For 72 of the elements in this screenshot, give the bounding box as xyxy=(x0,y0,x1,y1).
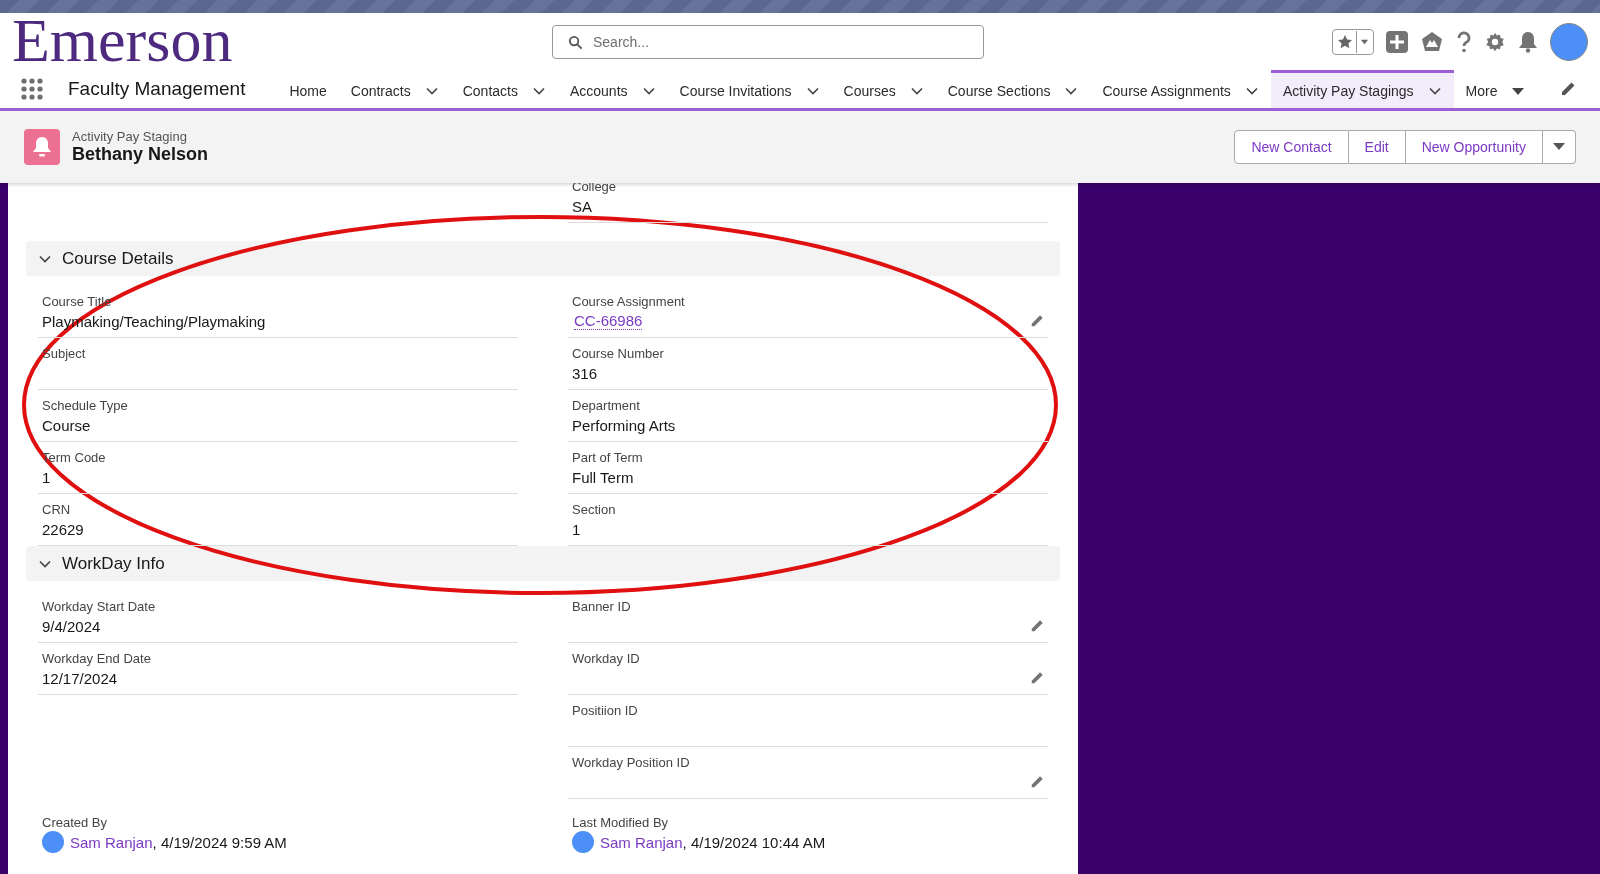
field-value: 22629 xyxy=(42,520,84,538)
field-value: 1 xyxy=(572,520,581,538)
nav-tab[interactable]: Contacts xyxy=(450,70,558,108)
field-label: Positiion ID xyxy=(572,703,639,718)
pencil-icon[interactable] xyxy=(1030,671,1044,685)
user-avatar xyxy=(572,831,594,853)
app-launcher-icon[interactable] xyxy=(20,77,44,101)
field-value: Course xyxy=(42,416,91,434)
record-link[interactable]: CC-66986 xyxy=(574,312,643,330)
field-value: 1 xyxy=(42,468,51,486)
field-label: Course Number xyxy=(572,346,665,361)
field-label: Part of Term xyxy=(572,450,644,465)
favorites-button[interactable] xyxy=(1332,28,1374,55)
bell-icon[interactable] xyxy=(1518,30,1538,53)
nav-tab[interactable]: Course Sections xyxy=(935,70,1091,108)
field-label: Schedule Type xyxy=(42,398,129,413)
field-label: Banner ID xyxy=(572,599,632,614)
field-label: Created By xyxy=(42,815,109,830)
plus-icon[interactable] xyxy=(1386,30,1408,53)
field-value: 12/17/2024 xyxy=(42,669,118,687)
caret-icon xyxy=(1360,37,1369,46)
nav-tab[interactable]: Activity Pay Stagings xyxy=(1270,70,1454,108)
mountain-icon[interactable] xyxy=(1420,29,1444,54)
pencil-icon[interactable] xyxy=(1030,775,1044,789)
field-label: Workday End Date xyxy=(42,651,152,666)
field-label: Workday Start Date xyxy=(42,599,157,614)
nav-tab[interactable]: Course Invitations xyxy=(667,70,832,108)
nav-tab[interactable]: Courses xyxy=(831,70,936,108)
field-label: Last Modified By xyxy=(572,815,670,830)
nav-tab[interactable]: Contracts xyxy=(338,70,451,108)
field-value: Performing Arts xyxy=(572,416,676,434)
nav-tab[interactable]: Course Assignments xyxy=(1090,70,1271,108)
user-avatar[interactable] xyxy=(1550,22,1588,61)
field-label: Section xyxy=(572,502,617,517)
action-button[interactable]: New Contact xyxy=(1234,130,1349,164)
field-label: CRN xyxy=(42,502,72,517)
field-label: Department xyxy=(572,398,641,413)
field-label: Workday Position ID xyxy=(572,755,691,770)
pencil-icon[interactable] xyxy=(1559,81,1576,97)
caret-icon xyxy=(1553,140,1565,152)
pencil-icon[interactable] xyxy=(1030,314,1044,328)
field-value: Full Term xyxy=(572,468,634,486)
field-value: , 4/19/2024 9:59 AM xyxy=(152,833,287,851)
user-link[interactable]: Sam Ranjan xyxy=(70,833,153,851)
help-icon[interactable] xyxy=(1456,30,1472,53)
nav-tab[interactable]: Accounts xyxy=(557,70,668,108)
field-label: Course Title xyxy=(42,294,113,309)
field-value: 316 xyxy=(572,364,598,382)
action-button[interactable]: New Opportunity xyxy=(1405,130,1543,164)
search-field[interactable]: Search... xyxy=(552,24,984,59)
nav-tab[interactable]: More xyxy=(1453,70,1536,108)
field-label: Course Assignment xyxy=(572,294,686,309)
field-value: SA xyxy=(572,197,592,215)
pencil-icon[interactable] xyxy=(1030,619,1044,633)
search-icon xyxy=(568,34,583,50)
field-value: 9/4/2024 xyxy=(42,617,101,635)
record-name: Bethany Nelson xyxy=(72,144,209,165)
bell-icon xyxy=(24,129,60,165)
section-header[interactable]: WorkDay Info xyxy=(26,546,1060,581)
field-label: Workday ID xyxy=(572,651,641,666)
more-actions-button[interactable] xyxy=(1543,130,1576,164)
field-label: Subject xyxy=(42,346,87,361)
logo[interactable]: Emerson xyxy=(12,8,552,71)
field-value: , 4/19/2024 10:44 AM xyxy=(682,833,826,851)
star-icon xyxy=(1337,33,1353,50)
nav-tab[interactable]: Home xyxy=(277,70,339,108)
action-button[interactable]: Edit xyxy=(1348,130,1406,164)
user-avatar xyxy=(42,831,64,853)
user-link[interactable]: Sam Ranjan xyxy=(600,833,683,851)
record-type: Activity Pay Staging xyxy=(72,129,188,144)
app-name: Faculty Management xyxy=(68,78,246,100)
section-header[interactable]: Course Details xyxy=(26,241,1060,276)
